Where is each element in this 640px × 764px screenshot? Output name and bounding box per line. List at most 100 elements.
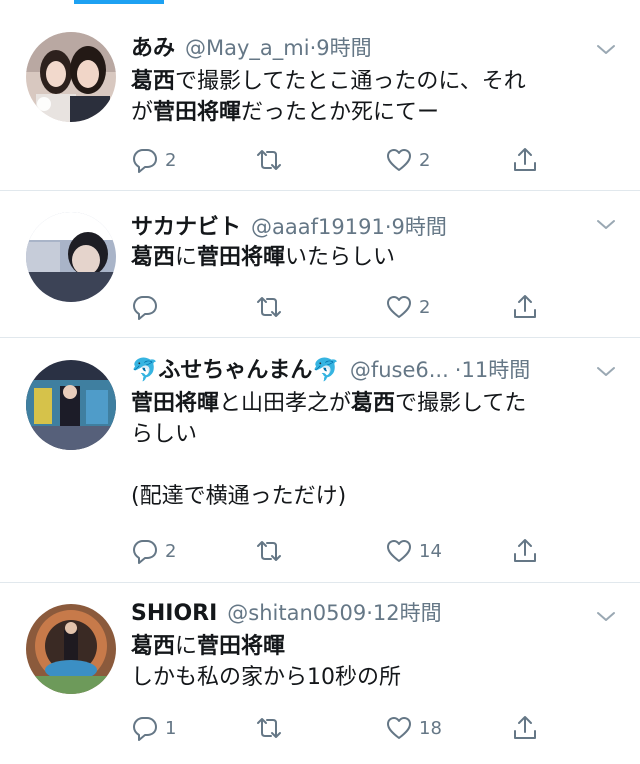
user-handle[interactable]: @fuse6... bbox=[350, 358, 449, 382]
text-segment: しかも私の家から10秒の所 bbox=[131, 665, 401, 690]
reply-icon bbox=[133, 540, 157, 564]
highlighted-keyword: 菅田将暉 bbox=[153, 100, 242, 125]
like-count: 14 bbox=[419, 540, 442, 562]
tweet-text: 葛西に菅田将暉しかも私の家から10秒の所 bbox=[131, 631, 600, 693]
tweet-text-line: 葛西に菅田将暉 bbox=[131, 631, 600, 662]
like-button[interactable]: 2 bbox=[385, 143, 430, 177]
text-segment: (配達で横通っただけ) bbox=[131, 484, 347, 509]
separator-dot: · bbox=[454, 358, 462, 382]
timestamp[interactable]: 12時間 bbox=[373, 597, 442, 627]
share-icon bbox=[514, 148, 536, 171]
tweet[interactable]: あみ @May_a_mi · 9時間 葛西で撮影してたとこ通ったのに、それ が菅田… bbox=[0, 0, 640, 191]
dolphin-emoji-icon: 🐬 bbox=[312, 358, 340, 383]
share-button[interactable] bbox=[511, 290, 539, 324]
timestamp[interactable]: 9時間 bbox=[316, 32, 371, 62]
heart-icon bbox=[387, 296, 411, 318]
retweet-button[interactable] bbox=[255, 534, 289, 568]
share-icon bbox=[514, 716, 536, 739]
highlighted-keyword: 菅田将暉 bbox=[197, 245, 286, 270]
chevron-down-icon[interactable] bbox=[594, 38, 618, 62]
action-bar: 2 bbox=[131, 290, 551, 324]
retweet-button[interactable] bbox=[255, 711, 289, 745]
tweet[interactable]: サカナビト @aaaf19191 · 9時間 葛西に菅田将暉いたらしい 2 bbox=[0, 191, 640, 338]
avatar[interactable] bbox=[26, 604, 116, 694]
tweet-text: 葛西に菅田将暉いたらしい bbox=[131, 242, 600, 273]
retweet-icon bbox=[257, 541, 281, 561]
avatar[interactable] bbox=[26, 212, 116, 302]
user-handle[interactable]: @May_a_mi bbox=[185, 36, 310, 60]
like-button[interactable]: 2 bbox=[385, 290, 430, 324]
retweet-icon bbox=[257, 718, 281, 738]
heart-icon bbox=[387, 149, 411, 171]
display-name[interactable]: ふせちゃんまん bbox=[158, 352, 312, 384]
tweet-text-line: しかも私の家から10秒の所 bbox=[131, 662, 600, 693]
tweet[interactable]: SHIORI @shitan0509 · 12時間 葛西に菅田将暉しかも私の家か… bbox=[0, 583, 640, 764]
text-segment: が bbox=[131, 100, 154, 125]
share-button[interactable] bbox=[511, 534, 539, 568]
action-bar: 1 18 bbox=[131, 711, 551, 745]
timestamp[interactable]: 11時間 bbox=[461, 354, 530, 384]
text-segment: に bbox=[175, 634, 198, 659]
text-segment: に bbox=[175, 245, 198, 270]
display-name[interactable]: あみ bbox=[131, 30, 175, 62]
separator-dot: · bbox=[366, 601, 373, 625]
reply-button[interactable]: 2 bbox=[131, 143, 176, 177]
heart-icon bbox=[387, 717, 411, 739]
retweet-button[interactable] bbox=[255, 290, 289, 324]
text-segment: で撮影してた bbox=[395, 391, 527, 416]
highlighted-keyword: 葛西 bbox=[131, 245, 176, 270]
tweet-text: 菅田将暉と山田孝之が葛西で撮影してた らしい (配達で横通っただけ) bbox=[131, 388, 600, 512]
highlighted-keyword: 葛西 bbox=[131, 634, 176, 659]
retweet-button[interactable] bbox=[255, 143, 289, 177]
tweet-text: 葛西で撮影してたとこ通ったのに、それ が菅田将暉だったとか死にてー bbox=[131, 66, 600, 128]
highlighted-keyword: 葛西 bbox=[131, 69, 176, 94]
reply-count: 1 bbox=[165, 717, 177, 739]
highlighted-keyword: 菅田将暉 bbox=[197, 634, 286, 659]
chevron-down-icon[interactable] bbox=[594, 605, 618, 629]
text-segment: だったとか死にてー bbox=[241, 100, 440, 125]
separator-dot: · bbox=[309, 36, 317, 60]
tweet-text-line: (配達で横通っただけ) bbox=[131, 481, 600, 512]
like-count: 2 bbox=[419, 149, 431, 171]
like-count: 2 bbox=[419, 296, 431, 318]
highlighted-keyword: 菅田将暉 bbox=[131, 391, 220, 416]
like-button[interactable]: 18 bbox=[385, 711, 442, 745]
timestamp[interactable]: 9時間 bbox=[392, 211, 447, 241]
action-bar: 2 2 bbox=[131, 143, 551, 177]
reply-icon bbox=[133, 717, 157, 741]
reply-button[interactable]: 2 bbox=[131, 534, 176, 568]
user-handle[interactable]: @shitan0509 bbox=[227, 601, 366, 625]
tweet-header: 🐬 ふせちゃんまん 🐬 @fuse6... · 11時間 bbox=[131, 352, 590, 388]
tweet-text-line: 菅田将暉と山田孝之が葛西で撮影してた bbox=[131, 388, 600, 419]
text-segment: いたらしい bbox=[285, 245, 396, 270]
tweet-text-line: が菅田将暉だったとか死にてー bbox=[131, 97, 600, 128]
avatar[interactable] bbox=[26, 32, 116, 122]
like-count: 18 bbox=[419, 717, 442, 739]
chevron-down-icon[interactable] bbox=[594, 360, 618, 384]
reply-icon bbox=[133, 149, 157, 173]
share-button[interactable] bbox=[511, 143, 539, 177]
action-bar: 2 14 bbox=[131, 534, 551, 568]
avatar[interactable] bbox=[26, 360, 116, 450]
text-segment: で撮影してたとこ通ったのに、それ bbox=[175, 69, 526, 94]
reply-button[interactable] bbox=[131, 290, 165, 324]
reply-button[interactable]: 1 bbox=[131, 711, 176, 745]
display-name[interactable]: サカナビト bbox=[131, 209, 241, 241]
retweet-icon bbox=[257, 150, 281, 170]
share-icon bbox=[514, 539, 536, 562]
separator-dot: · bbox=[384, 215, 392, 239]
reply-count: 2 bbox=[165, 540, 177, 562]
share-icon bbox=[514, 295, 536, 318]
tweet-header: SHIORI @shitan0509 · 12時間 bbox=[131, 597, 590, 633]
reply-icon bbox=[133, 296, 157, 320]
display-name[interactable]: SHIORI bbox=[131, 601, 217, 626]
tweet-header: あみ @May_a_mi · 9時間 bbox=[131, 30, 590, 66]
tweet[interactable]: 🐬 ふせちゃんまん 🐬 @fuse6... · 11時間 菅田将暉と山田孝之が葛… bbox=[0, 338, 640, 583]
tweet-text-line: らしい bbox=[131, 419, 600, 450]
user-handle[interactable]: @aaaf19191 bbox=[251, 215, 385, 239]
share-button[interactable] bbox=[511, 711, 539, 745]
tweet-text-line bbox=[131, 450, 600, 481]
tweet-text-line: 葛西で撮影してたとこ通ったのに、それ bbox=[131, 66, 600, 97]
chevron-down-icon[interactable] bbox=[594, 213, 618, 237]
like-button[interactable]: 14 bbox=[385, 534, 442, 568]
